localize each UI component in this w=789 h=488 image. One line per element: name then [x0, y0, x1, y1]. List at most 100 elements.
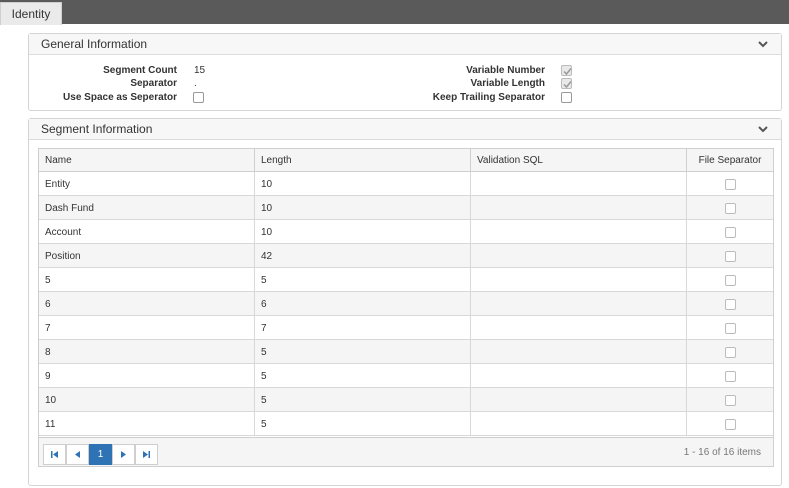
segment-count-value: 15 — [194, 65, 206, 76]
cell-file-separator[interactable] — [687, 172, 773, 196]
column-header-file-separator[interactable]: File Separator — [687, 149, 773, 172]
top-bar — [0, 0, 789, 24]
file-separator-checkbox[interactable] — [724, 418, 736, 430]
cell-length[interactable]: 10 — [255, 220, 471, 244]
cell-name[interactable]: 8 — [39, 340, 255, 364]
previous-page-button[interactable] — [66, 444, 89, 465]
next-page-button[interactable] — [112, 444, 135, 465]
file-separator-checkbox[interactable] — [724, 298, 736, 310]
cell-file-separator[interactable] — [687, 292, 773, 316]
cell-length[interactable]: 10 — [255, 172, 471, 196]
first-page-button[interactable] — [43, 444, 66, 465]
cell-file-separator[interactable] — [687, 388, 773, 412]
table-row[interactable]: 10 5 — [39, 388, 773, 412]
file-separator-checkbox[interactable] — [724, 178, 736, 190]
pager-info: 1 - 16 of 16 items — [683, 447, 761, 458]
file-separator-checkbox[interactable] — [724, 250, 736, 262]
cell-validation-sql[interactable] — [471, 268, 687, 292]
cell-length[interactable]: 42 — [255, 244, 471, 268]
next-page-icon — [121, 451, 126, 458]
chevron-down-icon[interactable] — [757, 38, 769, 50]
cell-file-separator[interactable] — [687, 196, 773, 220]
table-row[interactable]: 95 — [39, 364, 773, 388]
chevron-down-icon[interactable] — [757, 123, 769, 135]
cell-length[interactable]: 6 — [255, 292, 471, 316]
cell-length[interactable]: 7 — [255, 316, 471, 340]
cell-file-separator[interactable] — [687, 316, 773, 340]
file-separator-checkbox[interactable] — [724, 346, 736, 358]
file-separator-checkbox[interactable] — [724, 370, 736, 382]
file-separator-checkbox[interactable] — [724, 274, 736, 286]
cell-file-separator[interactable] — [687, 268, 773, 292]
cell-file-separator[interactable] — [687, 412, 773, 436]
segment-information-panel: Segment Information Name Length Validati… — [28, 118, 782, 486]
file-separator-checkbox[interactable] — [724, 322, 736, 334]
cell-name[interactable]: Dash Fund — [39, 196, 255, 220]
column-header-validation-sql[interactable]: Validation SQL — [471, 149, 687, 172]
cell-validation-sql[interactable] — [471, 340, 687, 364]
table-row[interactable]: 77 — [39, 316, 773, 340]
cell-validation-sql[interactable] — [471, 196, 687, 220]
variable-number-label: Variable Number — [466, 65, 545, 76]
cell-name[interactable]: 10 — [39, 388, 255, 412]
table-row[interactable]: 11 5 — [39, 412, 773, 436]
grid-header: Name Length Validation SQL File Separato… — [39, 149, 773, 172]
cell-length[interactable]: 5 — [255, 388, 471, 412]
cell-validation-sql[interactable] — [471, 292, 687, 316]
cell-validation-sql[interactable] — [471, 388, 687, 412]
cell-name[interactable]: Position — [39, 244, 255, 268]
cell-name[interactable]: 6 — [39, 292, 255, 316]
grid-rows: Entity 10 Dash Fund 10 Account 10 Position 42 5 5… — [39, 172, 773, 437]
file-separator-checkbox[interactable] — [724, 202, 736, 214]
cell-length[interactable]: 5 — [255, 340, 471, 364]
file-separator-checkbox[interactable] — [724, 394, 736, 406]
column-header-length[interactable]: Length — [255, 149, 471, 172]
variable-number-checkbox[interactable] — [561, 65, 572, 76]
variable-length-checkbox[interactable] — [561, 78, 572, 89]
last-page-button[interactable] — [135, 444, 158, 465]
cell-file-separator[interactable] — [687, 244, 773, 268]
cell-length[interactable]: 10 — [255, 196, 471, 220]
cell-validation-sql[interactable] — [471, 412, 687, 436]
last-page-icon — [143, 451, 150, 458]
cell-file-separator[interactable] — [687, 340, 773, 364]
keep-trailing-checkbox[interactable] — [561, 92, 572, 103]
cell-name[interactable]: Account — [39, 220, 255, 244]
separator-value: . — [194, 78, 197, 89]
segment-count-label: Segment Count — [103, 65, 177, 76]
table-row[interactable]: Dash Fund 10 — [39, 196, 773, 220]
table-row[interactable]: 85 — [39, 340, 773, 364]
cell-file-separator[interactable] — [687, 364, 773, 388]
cell-length[interactable]: 5 — [255, 364, 471, 388]
cell-validation-sql[interactable] — [471, 244, 687, 268]
use-space-checkbox[interactable] — [193, 92, 204, 103]
table-row[interactable]: Position 42 — [39, 244, 773, 268]
cell-name[interactable]: 7 — [39, 316, 255, 340]
use-space-label: Use Space as Seperator — [63, 92, 177, 103]
column-header-name[interactable]: Name — [39, 149, 255, 172]
segment-information-header[interactable]: Segment Information — [29, 119, 781, 140]
table-row[interactable]: Account 10 — [39, 220, 773, 244]
cell-name[interactable]: 9 — [39, 364, 255, 388]
cell-validation-sql[interactable] — [471, 172, 687, 196]
cell-validation-sql[interactable] — [471, 220, 687, 244]
table-row[interactable]: Entity 10 — [39, 172, 773, 196]
cell-name[interactable]: 11 — [39, 412, 255, 436]
general-information-panel: General Information Segment Count 15 Sep… — [28, 33, 782, 111]
separator-label: Separator — [130, 78, 177, 89]
cell-name[interactable]: Entity — [39, 172, 255, 196]
cell-name[interactable]: 5 — [39, 268, 255, 292]
cell-validation-sql[interactable] — [471, 316, 687, 340]
cell-file-separator[interactable] — [687, 220, 773, 244]
cell-length[interactable]: 5 — [255, 268, 471, 292]
tab-identity[interactable]: Identity — [0, 2, 62, 25]
table-row[interactable]: 66 — [39, 292, 773, 316]
page-1-button[interactable]: 1 — [89, 444, 112, 465]
segment-grid: Name Length Validation SQL File Separato… — [38, 148, 774, 467]
first-page-icon — [51, 451, 58, 458]
general-information-header[interactable]: General Information — [29, 34, 781, 55]
file-separator-checkbox[interactable] — [724, 226, 736, 238]
table-row[interactable]: 55 — [39, 268, 773, 292]
cell-validation-sql[interactable] — [471, 364, 687, 388]
cell-length[interactable]: 5 — [255, 412, 471, 436]
